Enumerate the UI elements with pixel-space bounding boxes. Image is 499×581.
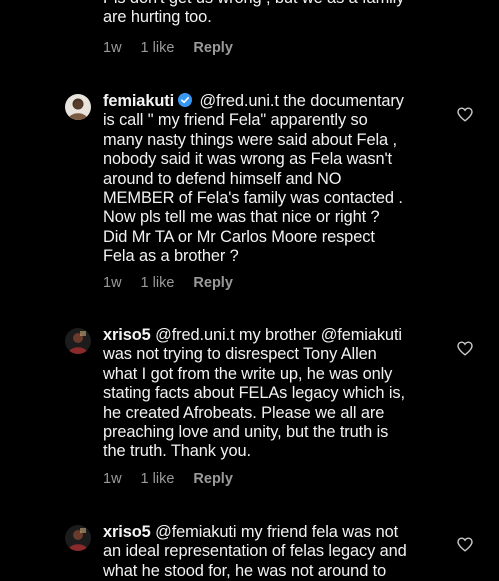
comment-username[interactable]: xriso5 bbox=[103, 523, 151, 541]
comment-username[interactable]: xriso5 bbox=[103, 326, 151, 344]
comment-body: @fred.uni.t my brother @femiakuti was no… bbox=[103, 326, 405, 461]
reply-button[interactable]: Reply bbox=[193, 40, 233, 56]
comment-likes[interactable]: 1 like bbox=[141, 471, 175, 487]
like-heart-icon[interactable] bbox=[457, 341, 473, 356]
comment-meta: 1w 1 like Reply bbox=[103, 275, 252, 291]
comment-text: xriso5 @femiakuti my friend fela was not… bbox=[103, 523, 443, 581]
like-heart-icon[interactable] bbox=[457, 537, 473, 552]
verified-badge-icon bbox=[178, 93, 193, 107]
comment-likes[interactable]: 1 like bbox=[141, 275, 175, 291]
comment-time: 1w bbox=[103, 471, 122, 487]
comment-likes[interactable]: 1 like bbox=[141, 40, 175, 56]
avatar[interactable] bbox=[65, 94, 91, 120]
like-heart-icon[interactable] bbox=[457, 107, 473, 122]
comment-time: 1w bbox=[103, 40, 122, 56]
comment-text: femiakuti @fred.uni.t the documentary is… bbox=[103, 92, 443, 267]
avatar[interactable] bbox=[65, 525, 91, 551]
reply-button[interactable]: Reply bbox=[193, 275, 233, 291]
comment-text: Pls don't get us wrong , but we as a fam… bbox=[103, 0, 404, 27]
comment-meta: 1w 1 like Reply bbox=[103, 40, 252, 56]
comment-meta: 1w 1 like Reply bbox=[103, 471, 252, 487]
comment-body: @fred.uni.t the documentary is call " my… bbox=[103, 92, 404, 266]
comment-text: xriso5 @fred.uni.t my brother @femiakuti… bbox=[103, 326, 443, 462]
comment-username[interactable]: femiakuti bbox=[103, 92, 174, 110]
comment-time: 1w bbox=[103, 275, 122, 291]
reply-button[interactable]: Reply bbox=[193, 471, 233, 487]
avatar[interactable] bbox=[65, 328, 91, 354]
